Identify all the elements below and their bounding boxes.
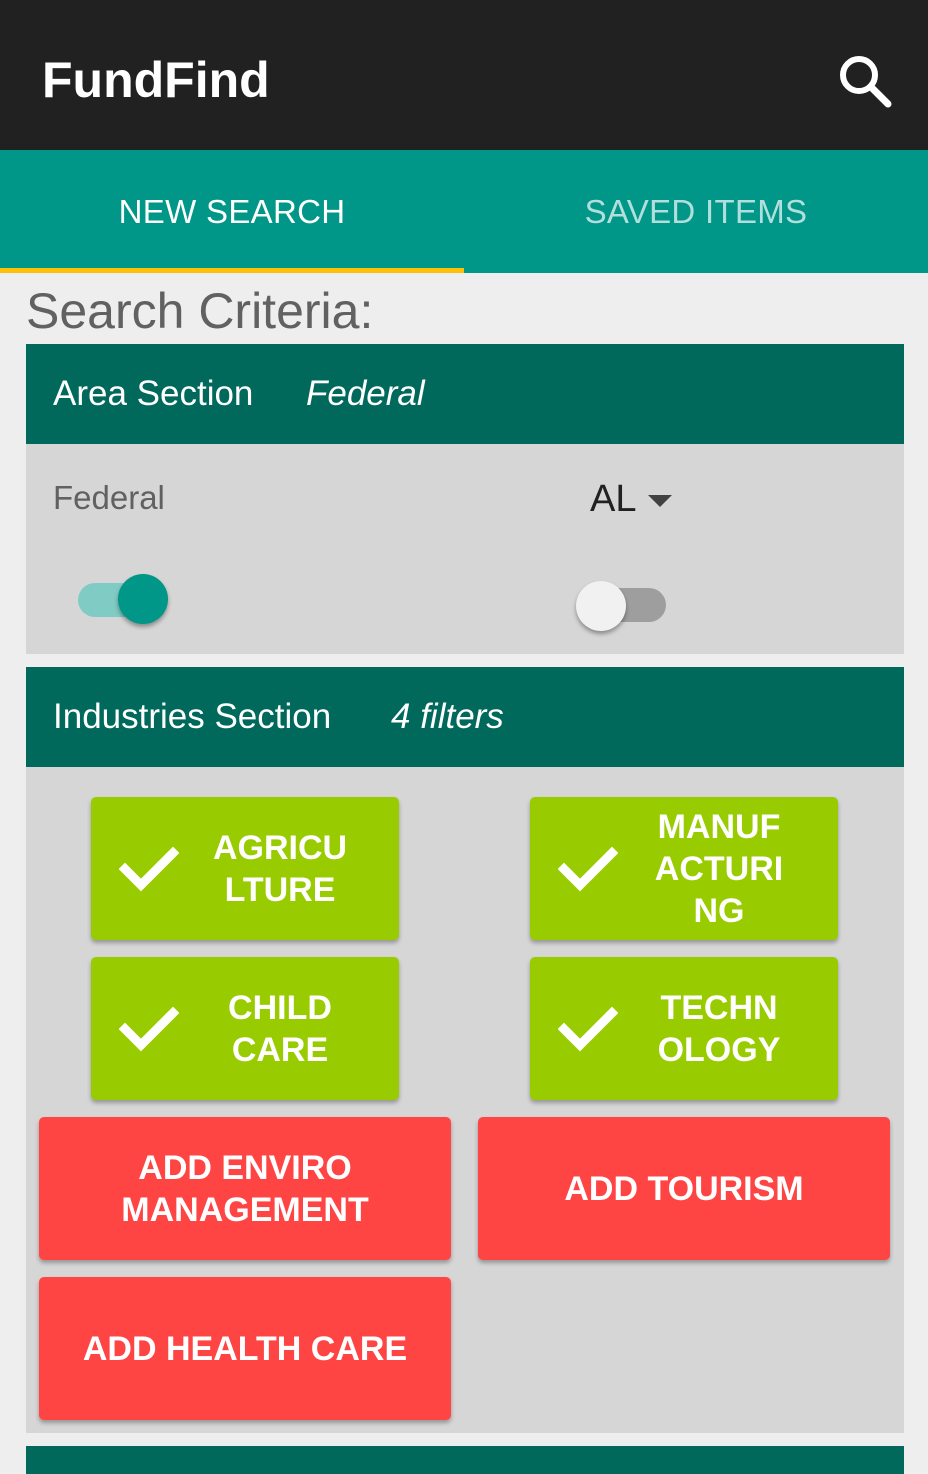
industry-chip-manufacturing[interactable]: MANUFACTURING xyxy=(530,797,838,940)
industry-chip-child-care[interactable]: CHILD CARE xyxy=(91,957,399,1100)
chip-label: CHILD CARE xyxy=(228,988,332,1069)
add-tourism-button[interactable]: ADD TOURISM xyxy=(478,1117,890,1260)
chip-label: TECHNOLOGY xyxy=(657,988,781,1069)
button-label: ADD HEALTH CARE xyxy=(82,1329,408,1368)
state-dropdown[interactable]: AL xyxy=(590,478,673,521)
page-title: Search Criteria: xyxy=(26,283,374,339)
app-title: FundFind xyxy=(42,52,270,108)
area-section-header[interactable]: Area Section Federal xyxy=(26,344,904,444)
industries-section-header[interactable]: Industries Section 4 filters xyxy=(26,667,904,767)
area-section-label: Area Section xyxy=(53,374,254,413)
industries-section-label: Industries Section xyxy=(53,697,332,736)
next-section-header[interactable] xyxy=(26,1446,904,1474)
button-label: ADD TOURISM xyxy=(564,1169,804,1208)
add-health-care-button[interactable]: ADD HEALTH CARE xyxy=(39,1277,451,1420)
industry-chip-agriculture[interactable]: AGRICULTURE xyxy=(91,797,399,940)
federal-label: Federal xyxy=(53,479,165,516)
add-enviro-management-button[interactable]: ADD ENVIRO MANAGEMENT xyxy=(39,1117,451,1260)
industries-section-body: AGRICULTURE MANUFACTURING CHILD CARE TEC… xyxy=(26,767,904,1433)
chip-label: AGRICULTURE xyxy=(212,828,348,909)
search-icon[interactable] xyxy=(832,48,900,112)
federal-toggle[interactable] xyxy=(74,569,170,625)
dropdown-arrow-icon xyxy=(648,494,673,507)
tab-new-search[interactable]: NEW SEARCH xyxy=(0,150,464,273)
area-section-value: Federal xyxy=(306,374,425,413)
area-section-body: Federal AL xyxy=(26,444,904,654)
state-toggle[interactable] xyxy=(576,574,672,631)
industry-chip-technology[interactable]: TECHNOLOGY xyxy=(530,957,838,1100)
button-label: ADD ENVIRO MANAGEMENT xyxy=(121,1148,369,1229)
chip-label: MANUFACTURING xyxy=(654,807,784,930)
tab-bar: NEW SEARCH SAVED ITEMS xyxy=(0,150,928,273)
federal-toggle-thumb xyxy=(118,574,168,624)
industries-section-value: 4 filters xyxy=(391,697,504,736)
state-selected-value: AL xyxy=(590,478,637,520)
app-bar: FundFind xyxy=(0,0,928,150)
tab-saved-items[interactable]: SAVED ITEMS xyxy=(464,150,928,273)
tab-indicator xyxy=(0,268,464,273)
state-toggle-thumb xyxy=(576,581,626,631)
